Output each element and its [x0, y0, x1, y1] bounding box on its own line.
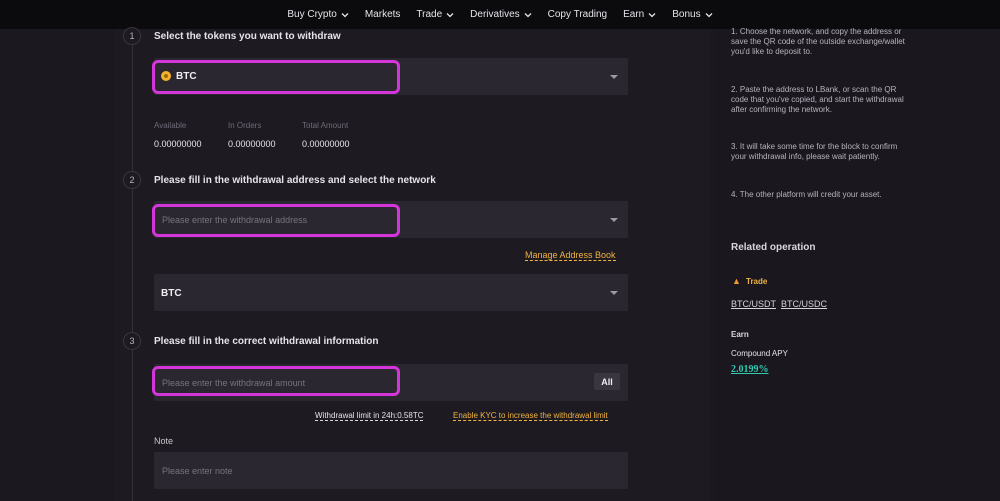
caret-down-icon [610, 290, 618, 295]
available-value: 0.00000000 [154, 139, 202, 149]
flame-icon: ▲ [732, 276, 741, 286]
nav-label: Bonus [672, 9, 701, 20]
step-number-1: 1 [123, 27, 141, 45]
tip-1: 1. Choose the network, and copy the addr… [731, 27, 905, 56]
nav-label: Buy Crypto [287, 9, 337, 20]
nav-copy-trading[interactable]: Copy Trading [548, 9, 607, 20]
pair-link-btc-usdt[interactable]: BTC/USDT [731, 299, 776, 309]
network-select-value: BTC [161, 288, 182, 299]
caret-down-icon [610, 217, 618, 222]
tip-2: 2. Paste the address to LBank, or scan t… [731, 85, 904, 114]
total-amount-value: 0.00000000 [302, 139, 350, 149]
caret-down-icon [610, 74, 618, 79]
earn-label: Earn [731, 330, 749, 339]
manage-address-book-link[interactable]: Manage Address Book [525, 250, 616, 261]
chevron-down-icon [446, 12, 454, 17]
withdrawal-limit-text: Withdrawal limit in 24h:0.58TC [315, 411, 424, 421]
note-placeholder: Please enter note [162, 466, 233, 476]
chevron-down-icon [524, 12, 532, 17]
chevron-down-icon [341, 12, 349, 17]
step-number-2: 2 [123, 171, 141, 189]
nav-buy-crypto[interactable]: Buy Crypto [287, 9, 349, 20]
nav-label: Derivatives [470, 9, 520, 20]
related-operation-title: Related operation [731, 242, 816, 253]
enable-kyc-link[interactable]: Enable KYC to increase the withdrawal li… [453, 411, 608, 421]
in-orders-label: In Orders [228, 121, 262, 130]
available-label: Available [154, 121, 187, 130]
in-orders-value: 0.00000000 [228, 139, 276, 149]
trade-label: Trade [746, 277, 768, 286]
step-rail [132, 36, 133, 501]
highlight-token-select [152, 60, 400, 94]
withdraw-form-panel [115, 29, 710, 501]
pair-link-btc-usdc[interactable]: BTC/USDC [781, 299, 827, 309]
nav-earn[interactable]: Earn [623, 9, 656, 20]
chevron-down-icon [648, 12, 656, 17]
total-amount-label: Total Amount [302, 121, 349, 130]
tip-4: 4. The other platform will credit your a… [731, 190, 882, 199]
highlight-address-input [152, 204, 400, 237]
nav-bonus[interactable]: Bonus [672, 9, 713, 20]
note-label: Note [154, 436, 174, 446]
chevron-down-icon [705, 12, 713, 17]
step-title-3: Please fill in the correct withdrawal in… [154, 336, 379, 347]
nav-label: Earn [623, 9, 645, 20]
nav-label: Copy Trading [547, 9, 608, 20]
apy-value[interactable]: 2.0199% [731, 364, 769, 375]
all-button[interactable]: All [594, 373, 620, 390]
network-select[interactable] [154, 274, 628, 311]
nav-markets[interactable]: Markets [365, 9, 401, 20]
nav-derivatives[interactable]: Derivatives [470, 9, 532, 20]
compound-apy-label: Compound APY [731, 349, 788, 358]
step-number-3: 3 [123, 332, 141, 350]
tip-3: 3. It will take some time for the block … [731, 142, 898, 161]
top-nav: Buy Crypto Markets Trade Derivatives Cop… [0, 0, 1000, 29]
nav-label: Markets [364, 9, 401, 20]
step-title-1: Select the tokens you want to withdraw [154, 31, 341, 42]
nav-label: Trade [416, 9, 443, 20]
step-title-2: Please fill in the withdrawal address an… [154, 175, 436, 186]
nav-trade[interactable]: Trade [416, 9, 454, 20]
highlight-amount-input [152, 366, 400, 396]
